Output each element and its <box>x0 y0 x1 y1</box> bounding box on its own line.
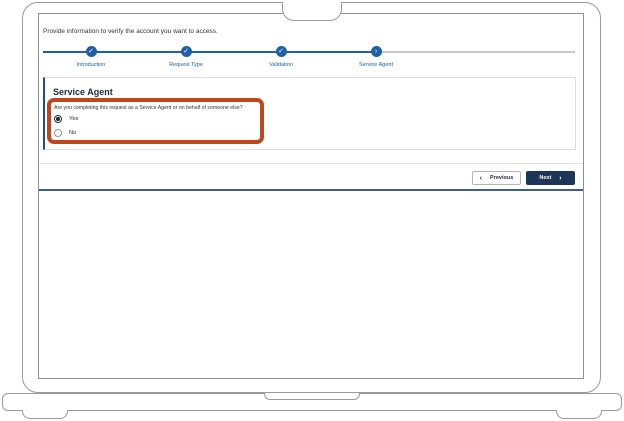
chevron-left-icon: ‹ <box>479 174 483 182</box>
chevron-right-icon: › <box>559 174 562 182</box>
progress-stepper: ✓ Introduction ✓ Request Type ✓ Validati… <box>39 44 583 74</box>
option-no[interactable]: No <box>54 129 76 137</box>
previous-button-label: Previous <box>490 175 514 181</box>
option-yes[interactable]: Yes <box>54 115 78 123</box>
step-label: Introduction <box>76 62 106 68</box>
next-button[interactable]: Next › <box>526 171 575 185</box>
laptop-foot-left <box>22 410 68 419</box>
check-icon: ✓ <box>275 46 287 57</box>
chevron-right-icon: › <box>370 46 382 57</box>
check-icon: ✓ <box>180 46 192 57</box>
previous-button[interactable]: ‹ Previous <box>472 171 521 185</box>
laptop-screen: Provide information to verify the accoun… <box>38 13 584 379</box>
step-introduction: ✓ Introduction <box>56 44 126 68</box>
option-no-label: No <box>69 130 77 136</box>
step-service-agent: › Service Agent <box>341 44 411 68</box>
laptop-base-groove <box>264 393 360 400</box>
option-yes-label: Yes <box>69 116 79 122</box>
laptop-camera-notch <box>282 2 342 21</box>
form-navigation-bar: ‹ Previous Next › <box>39 163 583 191</box>
step-validation: ✓ Validation <box>246 44 316 68</box>
step-label: Service Agent <box>359 62 393 68</box>
page-instruction: Provide information to verify the accoun… <box>43 28 218 35</box>
step-label: Validation <box>269 62 293 68</box>
card-title: Service Agent <box>53 87 113 97</box>
service-agent-card: Service Agent Are you completing this re… <box>43 77 576 150</box>
check-icon: ✓ <box>85 46 97 57</box>
laptop-foot-right <box>556 410 602 419</box>
radio-yes[interactable] <box>54 115 62 123</box>
radio-no[interactable] <box>54 129 62 137</box>
step-label: Request Type <box>169 62 203 68</box>
step-request-type: ✓ Request Type <box>151 44 221 68</box>
question-text: Are you completing this request as a Ser… <box>54 105 243 111</box>
next-button-label: Next <box>539 175 552 181</box>
